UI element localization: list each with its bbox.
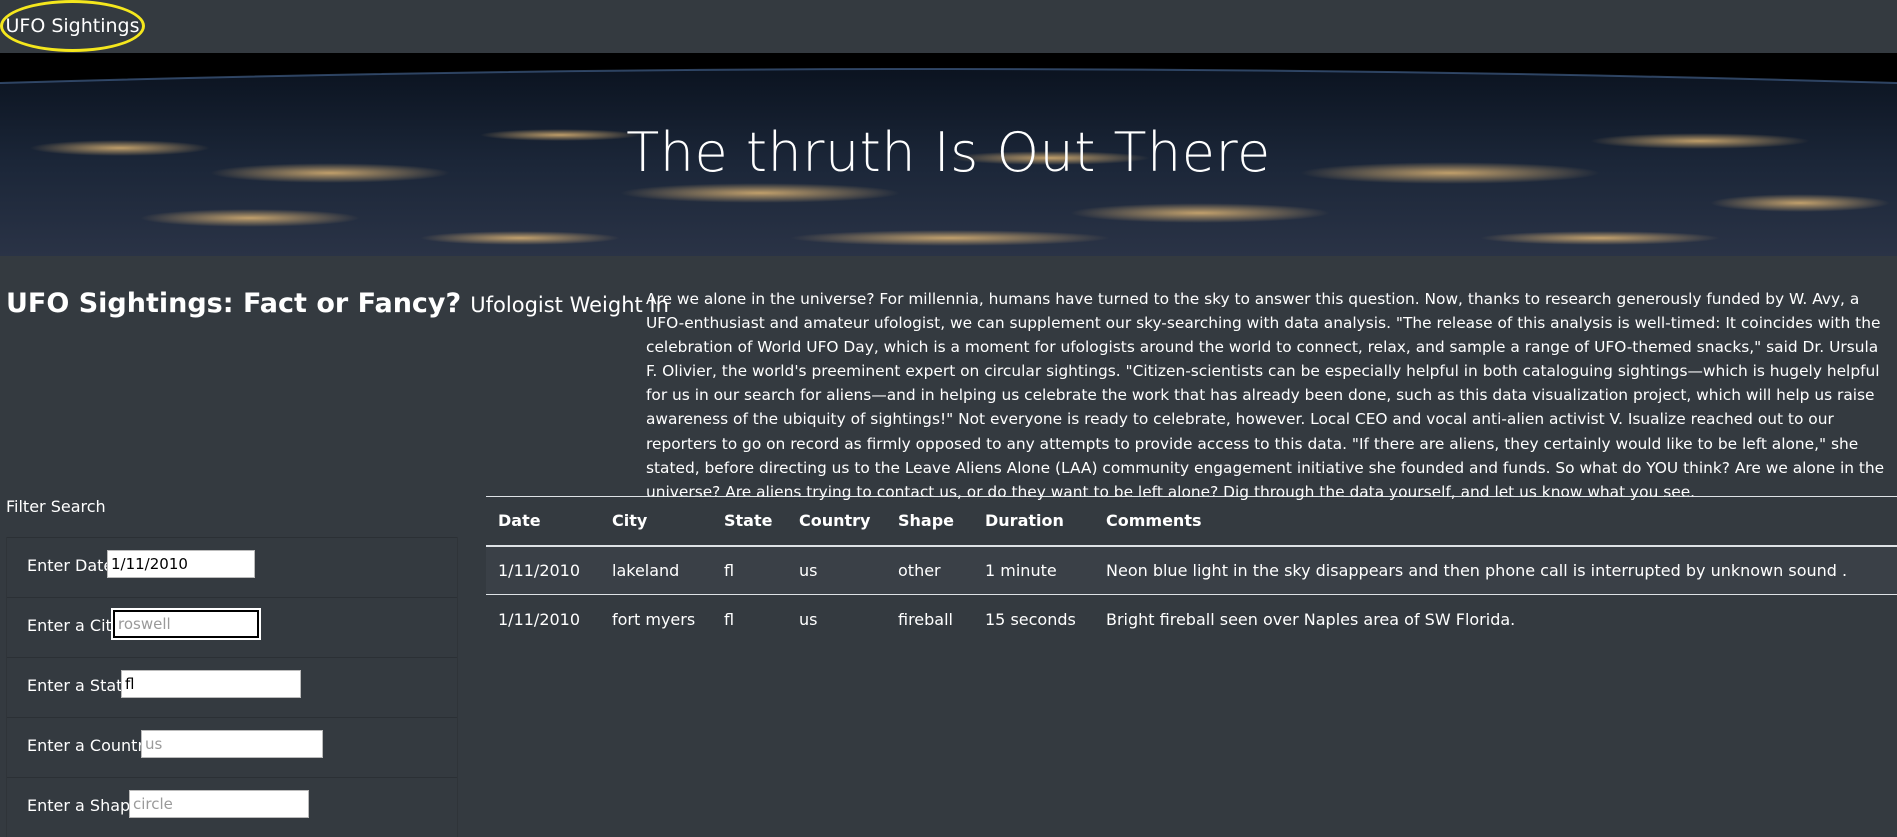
- navbar: UFO Sightings: [0, 0, 1897, 53]
- cell-country: us: [799, 609, 818, 629]
- column-header-shape: Shape: [886, 496, 973, 547]
- hero-title: The thruth Is Out There: [626, 121, 1271, 184]
- filter-label-country: Enter a Country: [27, 736, 154, 755]
- cell-state: fl: [724, 609, 735, 629]
- column-header-country: Country: [787, 496, 886, 547]
- cell-duration: 1 minute: [973, 545, 1094, 595]
- cell-country: us: [787, 545, 886, 595]
- filter-item-country: Enter a Country: [7, 717, 457, 777]
- article-paragraph: Are we alone in the universe? For millen…: [646, 290, 1885, 501]
- cell-shape: fireball: [898, 609, 953, 629]
- filter-label-date: Enter Date: [27, 556, 114, 575]
- column-header-city: City: [600, 496, 712, 547]
- page-subtitle: Ufologist Weight In: [470, 293, 669, 317]
- filter-item-state: Enter a State: [7, 657, 457, 717]
- city-input[interactable]: [111, 608, 261, 640]
- table-header-row: Date City State Country Shape Duration C…: [486, 496, 1897, 547]
- filter-list: Enter Date Enter a City Enter a State En…: [6, 537, 458, 837]
- cell-state: fl: [712, 545, 787, 595]
- filter-item-city: Enter a City: [7, 597, 457, 657]
- cell-duration: 15 seconds: [985, 609, 1076, 629]
- country-input[interactable]: [141, 730, 323, 758]
- cell-shape: other: [886, 545, 973, 595]
- column-header-state: State: [712, 496, 787, 547]
- filter-item-shape: Enter a Shape: [7, 777, 457, 837]
- cell-date: 1/11/2010: [498, 609, 581, 629]
- column-header-comments: Comments: [1094, 496, 1897, 547]
- cell-city: fort myers: [612, 609, 696, 629]
- results-table: Date City State Country Shape Duration C…: [486, 496, 1897, 644]
- shape-input[interactable]: [129, 790, 309, 818]
- filter-label-shape: Enter a Shape: [27, 796, 141, 815]
- hero-banner: The thruth Is Out There: [0, 53, 1897, 256]
- filter-label-city: Enter a City: [27, 616, 122, 635]
- page-heading: UFO Sightings: Fact or Fancy? Ufologist …: [6, 288, 669, 319]
- table-row: 1/11/2010 fort myers fl us fireball 15 s…: [486, 595, 1897, 644]
- cell-comments: Bright fireball seen over Naples area of…: [1106, 609, 1516, 629]
- state-input[interactable]: [121, 670, 301, 698]
- filter-label-state: Enter a State: [27, 676, 133, 695]
- filter-title: Filter Search: [6, 497, 106, 516]
- cell-city: lakeland: [600, 545, 712, 595]
- column-header-duration: Duration: [973, 496, 1094, 547]
- brand-link[interactable]: UFO Sightings: [0, 0, 145, 52]
- table-row: 1/11/2010 lakeland fl us other 1 minute …: [486, 545, 1897, 595]
- filter-item-date: Enter Date: [7, 537, 457, 597]
- date-input[interactable]: [107, 550, 255, 578]
- page-title: UFO Sightings: Fact or Fancy?: [6, 288, 462, 319]
- column-header-date: Date: [486, 496, 600, 547]
- cell-comments: Neon blue light in the sky disappears an…: [1094, 545, 1897, 595]
- cell-date: 1/11/2010: [486, 545, 600, 595]
- results-table-container: Date City State Country Shape Duration C…: [486, 496, 1897, 644]
